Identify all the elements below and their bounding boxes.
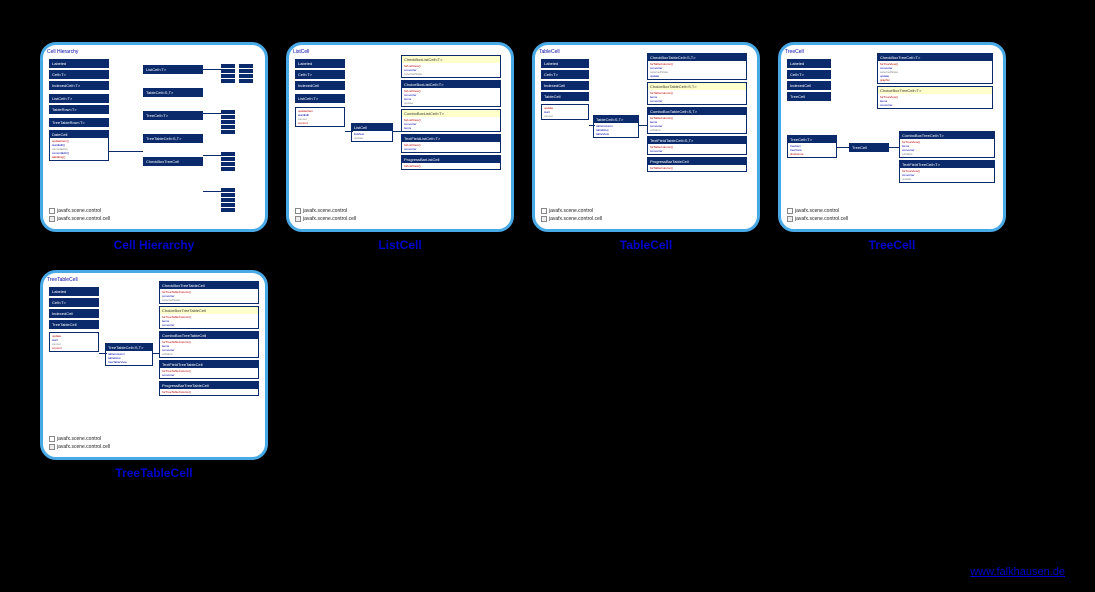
legend: javafx.scene.control javafx.scene.contro…	[787, 207, 848, 223]
card-corner-label: TableCell	[539, 49, 560, 55]
legend-item: javafx.scene.control	[303, 208, 347, 214]
legend-item: javafx.scene.control.cell	[57, 216, 110, 222]
legend-item: javafx.scene.control.cell	[303, 216, 356, 222]
legend: javafx.scene.control javafx.scene.contro…	[541, 207, 602, 223]
card-listcell[interactable]: ListCell Labeled Cell<T> IndexedCell Lis…	[286, 42, 514, 252]
card-treecell[interactable]: TreeCell Labeled Cell<T> IndexedCell Tre…	[778, 42, 1006, 252]
card-body: TableCell Labeled Cell<T> IndexedCell Ta…	[532, 42, 760, 232]
legend: javafx.scene.control javafx.scene.contro…	[295, 207, 356, 223]
legend: javafx.scene.control javafx.scene.contro…	[49, 435, 110, 451]
card-caption[interactable]: Cell Hierarchy	[114, 238, 195, 252]
diagram-grid: Cell Hierarchy Labeled Cell<T> IndexedCe…	[0, 0, 1095, 490]
card-caption[interactable]: TreeCell	[869, 238, 916, 252]
card-cell-hierarchy[interactable]: Cell Hierarchy Labeled Cell<T> IndexedCe…	[40, 42, 268, 252]
legend-item: javafx.scene.control	[795, 208, 839, 214]
legend-item: javafx.scene.control	[57, 436, 101, 442]
card-corner-label: TreeTableCell	[47, 277, 78, 283]
card-caption[interactable]: TableCell	[620, 238, 672, 252]
card-tablecell[interactable]: TableCell Labeled Cell<T> IndexedCell Ta…	[532, 42, 760, 252]
card-corner-label: Cell Hierarchy	[47, 49, 78, 55]
footer-link[interactable]: www.falkhausen.de	[970, 566, 1065, 578]
card-body: ListCell Labeled Cell<T> IndexedCell Lis…	[286, 42, 514, 232]
legend-item: javafx.scene.control	[57, 208, 101, 214]
card-caption[interactable]: TreeTableCell	[115, 466, 192, 480]
legend-item: javafx.scene.control.cell	[795, 216, 848, 222]
card-treetablecell[interactable]: TreeTableCell Labeled Cell<T> IndexedCel…	[40, 270, 268, 480]
card-body: Cell Hierarchy Labeled Cell<T> IndexedCe…	[40, 42, 268, 232]
legend-item: javafx.scene.control.cell	[57, 444, 110, 450]
legend-item: javafx.scene.control	[549, 208, 593, 214]
card-corner-label: TreeCell	[785, 49, 804, 55]
card-caption[interactable]: ListCell	[378, 238, 421, 252]
card-body: TreeCell Labeled Cell<T> IndexedCell Tre…	[778, 42, 1006, 232]
card-body: TreeTableCell Labeled Cell<T> IndexedCel…	[40, 270, 268, 460]
card-corner-label: ListCell	[293, 49, 309, 55]
legend-item: javafx.scene.control.cell	[549, 216, 602, 222]
legend: javafx.scene.control javafx.scene.contro…	[49, 207, 110, 223]
